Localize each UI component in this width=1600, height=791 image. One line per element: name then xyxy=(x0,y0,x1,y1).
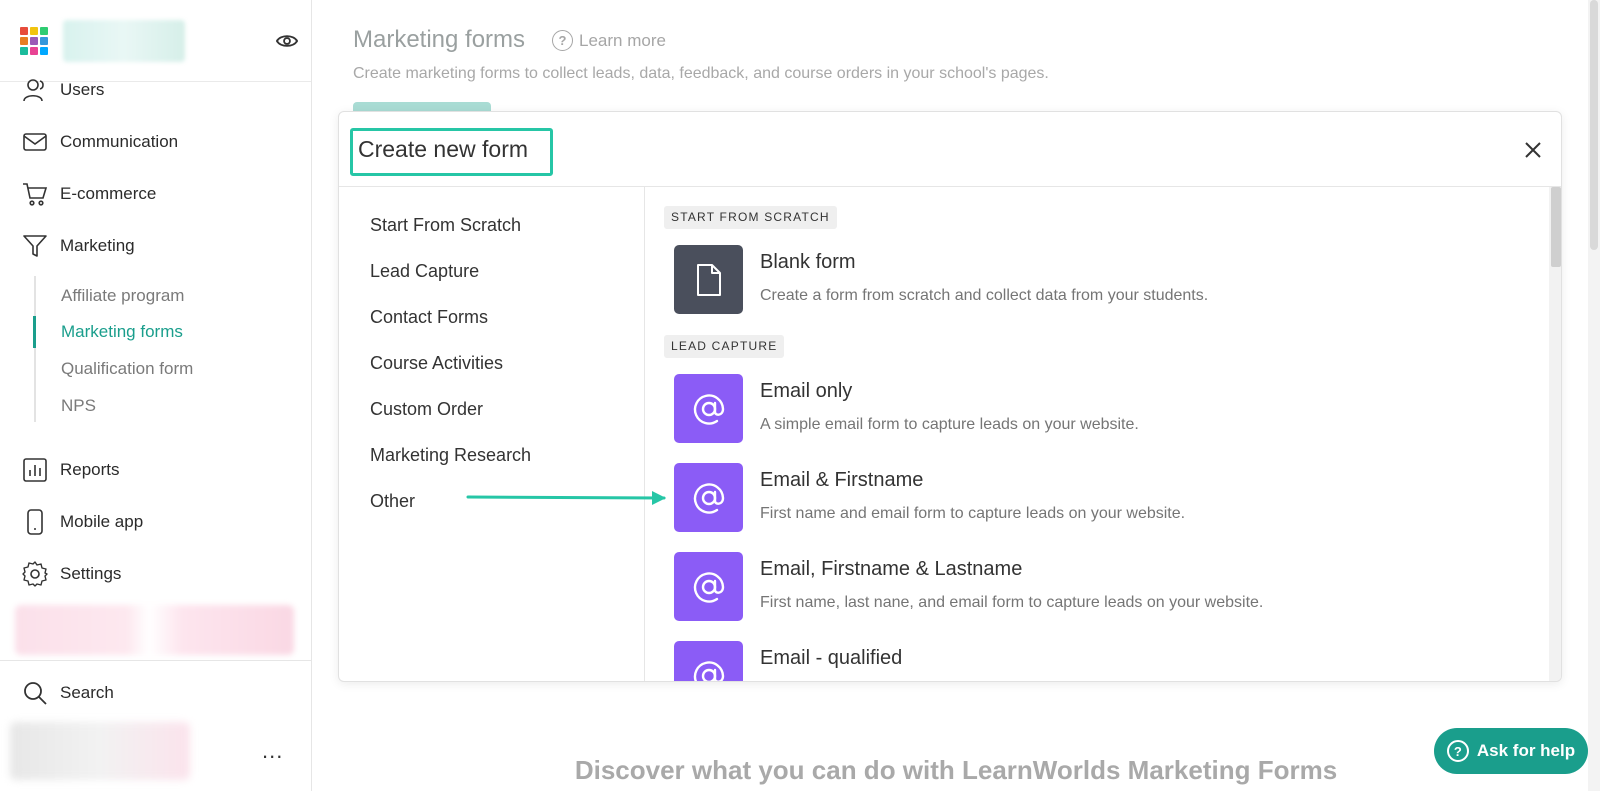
users-icon xyxy=(23,79,44,102)
template-title: Email only xyxy=(760,380,853,402)
learn-more-label: Learn more xyxy=(579,30,666,50)
template-email-firstname[interactable]: Email & Firstname First name and email f… xyxy=(645,463,1525,535)
create-form-modal: Create new form Start From Scratch Lead … xyxy=(338,111,1562,682)
at-sign-icon xyxy=(693,393,724,425)
template-description: A simple email form to capture leads on … xyxy=(760,416,1139,433)
ask-for-help-button[interactable]: ? Ask for help xyxy=(1434,728,1588,774)
sidebar-item-label: Communication xyxy=(60,132,179,151)
sidebar-subitem-qualification-form[interactable]: Qualification form xyxy=(61,359,193,379)
category-start-from-scratch[interactable]: Start From Scratch xyxy=(370,215,521,236)
submenu-line xyxy=(34,276,36,422)
category-marketing-research[interactable]: Marketing Research xyxy=(370,445,531,466)
sidebar-item-marketing[interactable]: Marketing xyxy=(0,226,311,266)
template-description: First name and email form to capture lea… xyxy=(760,505,1186,522)
sidebar-item-search[interactable]: Search xyxy=(0,673,311,713)
ask-for-help-label: Ask for help xyxy=(1476,741,1576,760)
more-options-icon[interactable]: ... xyxy=(262,738,283,764)
phone-icon xyxy=(27,509,43,535)
template-title: Email, Firstname & Lastname xyxy=(760,558,1023,580)
chart-icon xyxy=(23,458,47,482)
blurred-buttons[interactable] xyxy=(15,605,294,655)
at-sign-icon xyxy=(693,482,724,514)
template-tile xyxy=(674,374,743,443)
template-blank-form[interactable]: Blank form Create a form from scratch an… xyxy=(645,245,1525,317)
page-scrollbar-thumb[interactable] xyxy=(1590,0,1598,250)
sidebar-item-label: Users xyxy=(60,80,105,99)
apps-grid-icon[interactable] xyxy=(20,27,48,55)
template-list: START FROM SCRATCH Blank form Create a f… xyxy=(645,187,1561,681)
funnel-icon xyxy=(23,235,47,257)
modal-title: Create new form xyxy=(358,136,529,162)
template-description: First name, last nane, and email form to… xyxy=(760,594,1264,611)
sidebar-item-users[interactable]: Users xyxy=(0,70,311,110)
category-course-activities[interactable]: Course Activities xyxy=(370,353,503,374)
sidebar-item-reports[interactable]: Reports xyxy=(0,450,311,490)
sidebar-item-communication[interactable]: Communication xyxy=(0,122,311,162)
template-title: Email - qualified xyxy=(760,647,903,669)
discover-heading: Discover what you can do with LearnWorld… xyxy=(574,755,1338,785)
template-title: Blank form xyxy=(760,251,856,273)
search-icon xyxy=(24,682,47,705)
category-contact-forms[interactable]: Contact Forms xyxy=(370,307,488,328)
sidebar-divider xyxy=(0,660,311,661)
school-logo[interactable] xyxy=(63,20,185,62)
template-tile xyxy=(674,552,743,621)
eye-icon[interactable] xyxy=(276,32,298,50)
category-list: Start From Scratch Lead Capture Contact … xyxy=(339,187,645,681)
template-description: Create a form from scratch and collect d… xyxy=(760,287,1209,304)
template-email-firstname-lastname[interactable]: Email, Firstname & Lastname First name, … xyxy=(645,552,1525,624)
template-title: Email & Firstname xyxy=(760,469,924,491)
section-tag-lead-capture: LEAD CAPTURE xyxy=(664,335,785,358)
close-icon xyxy=(1525,142,1541,158)
sidebar-item-label: Search xyxy=(60,683,114,702)
template-tile xyxy=(674,245,743,314)
sidebar-subitem-nps[interactable]: NPS xyxy=(61,396,96,416)
template-tile xyxy=(674,641,743,681)
document-icon xyxy=(696,263,721,296)
page-title: Marketing forms xyxy=(353,26,526,53)
template-email-qualified[interactable]: Email - qualified xyxy=(645,641,1525,681)
category-custom-order[interactable]: Custom Order xyxy=(370,399,483,420)
at-sign-icon xyxy=(693,571,724,603)
at-sign-icon xyxy=(693,660,724,681)
sidebar-item-label: Reports xyxy=(60,460,120,479)
sidebar-item-label: Marketing xyxy=(60,236,135,255)
category-lead-capture[interactable]: Lead Capture xyxy=(370,261,479,282)
template-tile xyxy=(674,463,743,532)
help-icon: ? xyxy=(1446,740,1469,762)
modal-header: Create new form xyxy=(339,112,1561,187)
gear-icon xyxy=(22,561,48,587)
sidebar-item-label: Mobile app xyxy=(60,512,144,531)
sidebar-item-label: Settings xyxy=(60,564,122,583)
annotation-arrow-icon xyxy=(466,491,666,505)
sidebar-item-label: E-commerce xyxy=(60,184,157,203)
page-subtitle: Create marketing forms to collect leads,… xyxy=(353,65,1049,82)
section-tag-start-from-scratch: START FROM SCRATCH xyxy=(664,206,837,229)
cart-icon xyxy=(23,183,48,206)
sidebar: Users Communication E-commerce Marketing… xyxy=(0,0,312,791)
user-profile[interactable] xyxy=(10,722,190,780)
category-other[interactable]: Other xyxy=(370,491,415,512)
sidebar-subitem-affiliate-program[interactable]: Affiliate program xyxy=(61,286,184,306)
sidebar-item-settings[interactable]: Settings xyxy=(0,554,311,594)
question-icon: ? xyxy=(552,30,573,51)
modal-scrollbar-thumb[interactable] xyxy=(1551,187,1561,267)
sidebar-item-mobile-app[interactable]: Mobile app xyxy=(0,502,311,542)
submenu-active-indicator xyxy=(33,316,36,348)
template-email-only[interactable]: Email only A simple email form to captur… xyxy=(645,374,1525,446)
sidebar-subitem-marketing-forms[interactable]: Marketing forms xyxy=(61,322,183,342)
learn-more-link[interactable]: ? Learn more xyxy=(552,30,666,51)
mail-icon xyxy=(23,133,47,151)
sidebar-item-ecommerce[interactable]: E-commerce xyxy=(0,174,311,214)
close-button[interactable] xyxy=(1519,136,1547,164)
